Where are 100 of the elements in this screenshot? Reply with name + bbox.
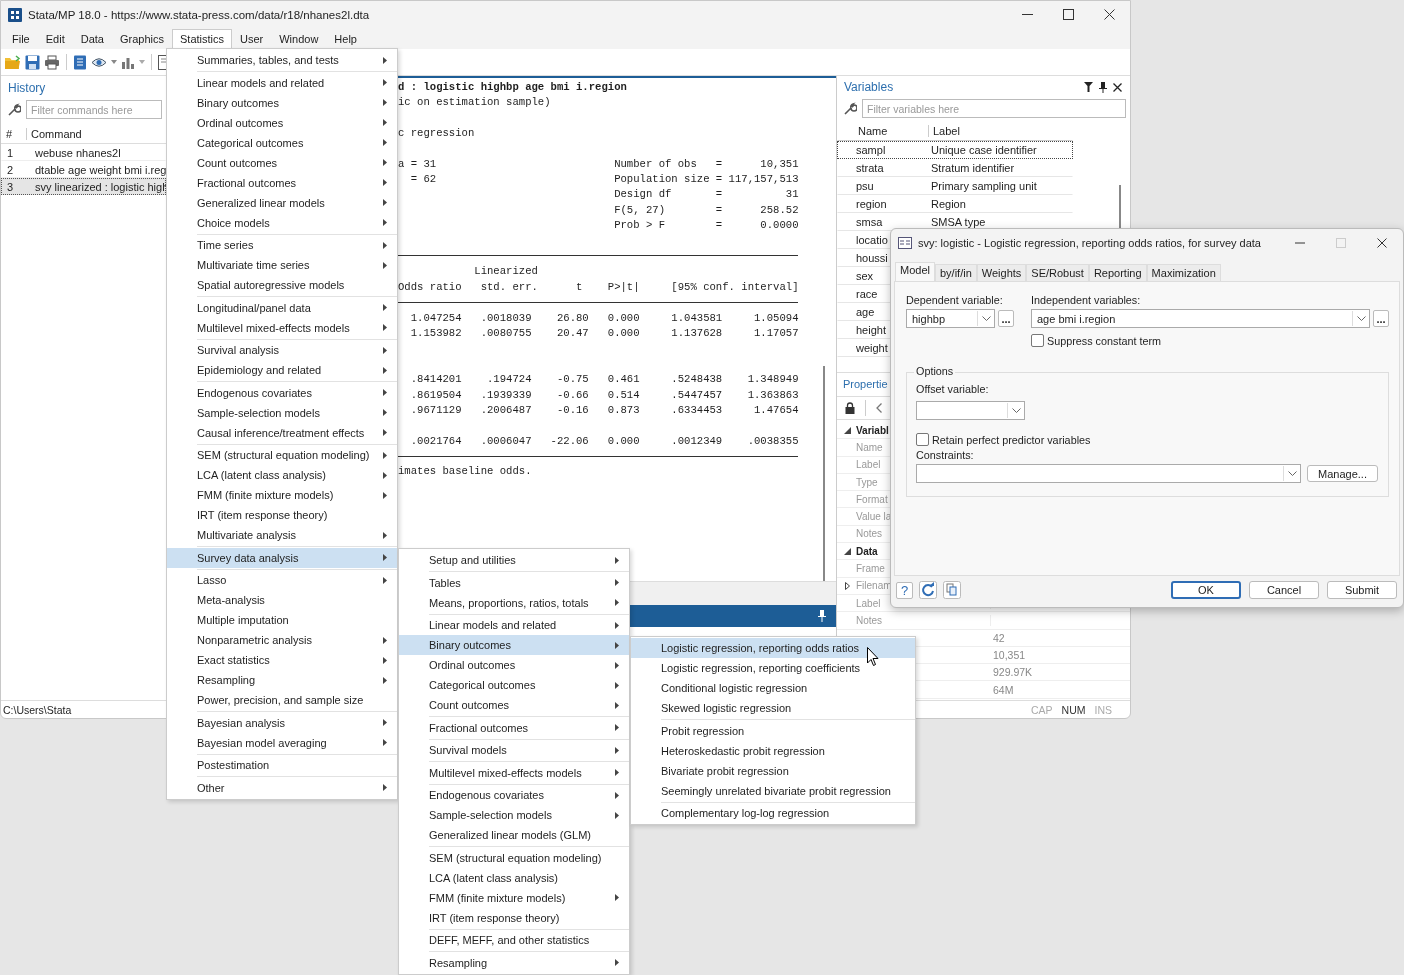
wrench-icon[interactable]	[7, 102, 21, 117]
menu-item[interactable]: Linear models and related	[167, 72, 397, 93]
menu-item[interactable]: Fractional outcomes	[399, 717, 629, 738]
checkbox[interactable]	[916, 433, 929, 446]
dropdown-field[interactable]	[916, 401, 1025, 420]
menu-bar-item[interactable]: User	[232, 28, 272, 49]
menu-item[interactable]: Tables	[399, 572, 629, 593]
menu-item[interactable]: Fractional outcomes	[167, 172, 397, 193]
menu-item[interactable]: Choice models	[167, 212, 397, 233]
menu-item[interactable]: Setup and utilities	[399, 550, 629, 570]
tab[interactable]: Maximization	[1146, 264, 1221, 282]
caret-icon[interactable]	[111, 60, 117, 64]
column-header[interactable]: Name	[838, 124, 888, 137]
refresh-icon[interactable]	[919, 581, 937, 599]
menu-item[interactable]: Multilevel mixed-effects models	[399, 762, 629, 783]
menu-item[interactable]: Causal inference/treatment effects	[167, 422, 397, 443]
menu-bar-item[interactable]: File	[4, 28, 38, 49]
dropdown-field[interactable]	[916, 464, 1301, 483]
menu-item[interactable]: Endogenous covariates	[167, 382, 397, 403]
checkbox[interactable]	[1031, 334, 1044, 347]
maximize-icon[interactable]	[1063, 9, 1074, 20]
menu-item[interactable]: Power, precision, and sample size	[167, 690, 397, 710]
close-icon[interactable]	[1377, 237, 1387, 248]
lock-icon[interactable]	[845, 402, 855, 414]
dialog-button[interactable]: OK	[1171, 581, 1241, 599]
dialog-button[interactable]: Submit	[1327, 581, 1397, 599]
menu-item[interactable]: Survival models	[399, 740, 629, 760]
menu-bar-item[interactable]: Statistics	[172, 28, 232, 49]
menu-item[interactable]: Multivariate analysis	[167, 525, 397, 545]
menu-item[interactable]: FMM (finite mixture models)	[167, 485, 397, 505]
menu-item[interactable]: Binary outcomes	[399, 635, 629, 655]
expanded-icon[interactable]	[844, 426, 851, 434]
menu-item[interactable]: Heteroskedastic probit regression	[631, 740, 915, 761]
menu-item[interactable]: FMM (finite mixture models)	[399, 887, 629, 908]
menu-item[interactable]: Other	[167, 777, 397, 798]
menu-item[interactable]: Ordinal outcomes	[399, 655, 629, 675]
save-icon[interactable]	[25, 54, 40, 70]
menu-item[interactable]: Bayesian analysis	[167, 712, 397, 733]
funnel-icon[interactable]	[1084, 82, 1093, 92]
menu-item[interactable]: Longitudinal/panel data	[167, 297, 397, 318]
menu-item[interactable]: Bayesian model averaging	[167, 732, 397, 753]
menu-bar-item[interactable]: Graphics	[111, 28, 172, 49]
pin-icon[interactable]	[818, 610, 826, 622]
menu-item[interactable]: Lasso	[167, 570, 397, 590]
menu-item[interactable]: Seemingly unrelated bivariate probit regression	[631, 780, 915, 801]
close-icon[interactable]	[1104, 9, 1115, 20]
print-icon[interactable]	[44, 54, 60, 70]
manage-button[interactable]: Manage...	[1307, 465, 1378, 482]
tab[interactable]: by/if/in	[934, 264, 977, 282]
menu-item[interactable]: Multiple imputation	[167, 610, 397, 630]
menu-item[interactable]: Exact statistics	[167, 650, 397, 670]
menu-item[interactable]: Summaries, tables, and tests	[167, 50, 397, 70]
menu-item[interactable]: Generalized linear models	[167, 192, 397, 213]
menu-bar-item[interactable]: Help	[326, 28, 365, 49]
menu-item[interactable]: Linear models and related	[399, 615, 629, 635]
bar-chart-icon[interactable]	[121, 55, 135, 69]
variable-row[interactable]: psu Primary sampling unit	[837, 177, 1073, 195]
menu-item[interactable]: Resampling	[399, 952, 629, 973]
menu-item[interactable]: Spatial autoregressive models	[167, 275, 397, 295]
menu-item[interactable]: Means, proportions, ratios, totals	[399, 592, 629, 613]
scrollbar[interactable]	[823, 366, 825, 581]
menu-item[interactable]: Logistic regression, reporting coefficients	[631, 658, 915, 678]
variable-row[interactable]: region Region	[837, 195, 1073, 213]
tab[interactable]: Weights	[976, 264, 1027, 282]
menu-item[interactable]: Nonparametric analysis	[167, 630, 397, 650]
menu-item[interactable]: Skewed logistic regression	[631, 698, 915, 718]
menu-item[interactable]: Count outcomes	[399, 695, 629, 715]
menu-item[interactable]: Epidemiology and related	[167, 360, 397, 380]
menu-item[interactable]: Categorical outcomes	[399, 675, 629, 695]
menu-item[interactable]: Ordinal outcomes	[167, 112, 397, 133]
filter-field[interactable]: Filter commands here	[26, 100, 162, 119]
menu-item[interactable]: Probit regression	[631, 720, 915, 741]
pin-icon[interactable]	[1099, 81, 1107, 93]
variable-row[interactable]: strata Stratum identifier	[837, 159, 1073, 177]
dropdown-field[interactable]: highbp	[906, 309, 995, 328]
filter-field[interactable]: Filter variables here	[862, 99, 1126, 118]
menu-item[interactable]: Binary outcomes	[167, 92, 397, 113]
dropdown-field[interactable]: age bmi i.region	[1031, 309, 1370, 328]
wrench-icon[interactable]	[843, 101, 857, 116]
menu-item[interactable]: Multilevel mixed-effects models	[167, 317, 397, 338]
menu-item[interactable]: LCA (latent class analysis)	[399, 867, 629, 888]
collapsed-icon[interactable]	[845, 581, 850, 590]
menu-item[interactable]: Survival analysis	[167, 340, 397, 360]
menu-item[interactable]: IRT (item response theory)	[167, 505, 397, 525]
menu-item[interactable]: Time series	[167, 235, 397, 255]
menu-item[interactable]: Multivariate time series	[167, 255, 397, 275]
menu-item[interactable]: Survey data analysis	[167, 547, 397, 568]
back-icon[interactable]	[876, 403, 882, 413]
menu-item[interactable]: SEM (structural equation modeling)	[167, 445, 397, 465]
menu-item[interactable]: DEFF, MEFF, and other statistics	[399, 930, 629, 950]
menu-item[interactable]: IRT (item response theory)	[399, 907, 629, 928]
tab[interactable]: Model	[895, 262, 935, 282]
column-header[interactable]: Command	[26, 127, 82, 140]
tab[interactable]: Reporting	[1088, 264, 1147, 282]
menu-item[interactable]: SEM (structural equation modeling)	[399, 847, 629, 868]
variable-row[interactable]: sampl Unique case identifier	[837, 141, 1073, 159]
notebook-icon[interactable]	[73, 54, 87, 70]
menu-item[interactable]: Complementary log-log regression	[631, 803, 915, 823]
tab[interactable]: SE/Robust	[1026, 264, 1089, 282]
menu-bar-item[interactable]: Edit	[37, 28, 73, 49]
